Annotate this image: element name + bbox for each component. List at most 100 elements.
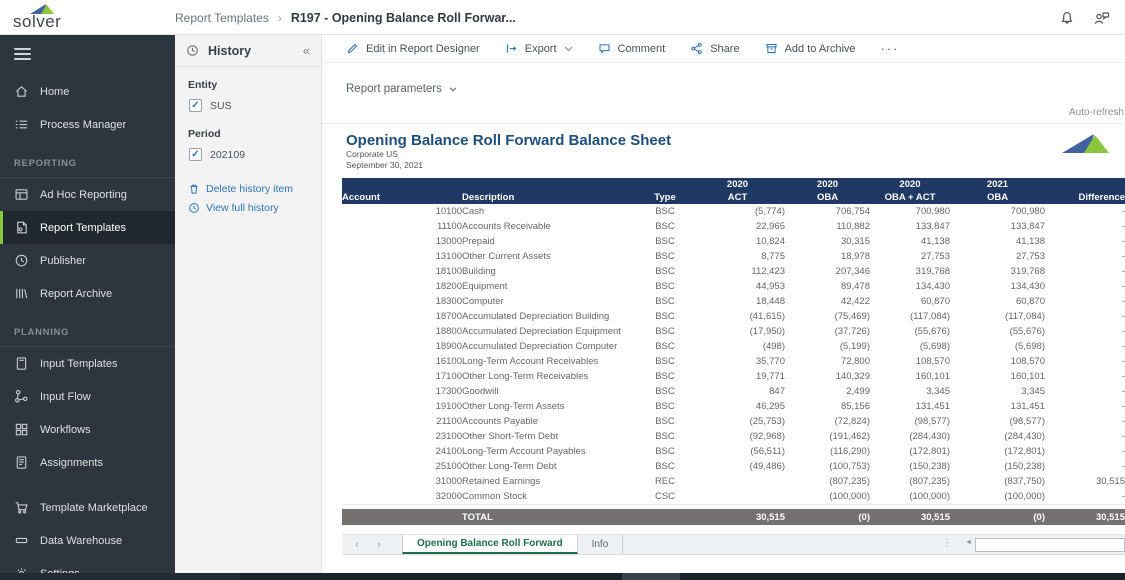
total-cell — [342, 509, 462, 525]
table-cell: BSC — [640, 264, 690, 279]
report-templates-icon — [14, 220, 29, 235]
tab-scroll-right-icon[interactable]: › — [372, 535, 386, 554]
table-cell: BSC — [640, 369, 690, 384]
sidebar-spacer — [0, 479, 175, 491]
table-cell: 847 — [690, 384, 785, 399]
sidebar-section-reporting: REPORTING — [0, 151, 175, 178]
notifications-bell-icon[interactable] — [1059, 10, 1075, 26]
tab-strip-divider-dots-icon: ⋮ — [942, 538, 952, 549]
hscroll-left-arrow-icon[interactable]: ◄ — [965, 539, 972, 546]
sidebar-item-assignments[interactable]: Assignments — [0, 446, 175, 479]
hamburger-menu-icon[interactable] — [14, 48, 31, 60]
tab-scroll-left-icon[interactable]: ‹ — [350, 535, 364, 554]
sidebar-item-home[interactable]: Home — [0, 75, 175, 108]
report-parameters-toggle[interactable]: Report parameters — [346, 83, 457, 95]
table-cell: BSC — [640, 444, 690, 459]
sidebar-label: Input Flow — [40, 391, 91, 403]
table-cell: Other Long-Term Debt — [462, 459, 640, 474]
breadcrumb-parent[interactable]: Report Templates — [175, 11, 269, 25]
table-cell: BSC — [640, 414, 690, 429]
tab-info[interactable]: Info — [578, 535, 624, 554]
more-actions-button[interactable]: ··· — [881, 41, 900, 56]
total-cell: (0) — [785, 509, 870, 525]
report-toolbar: Edit in Report Designer Export Comment — [322, 35, 1125, 63]
table-cell: (172,801) — [870, 444, 950, 459]
table-cell: 31000 — [342, 474, 462, 489]
data-warehouse-icon — [14, 533, 29, 548]
period-checkbox[interactable]: ✓ — [189, 148, 202, 161]
archive-label: Add to Archive — [785, 43, 856, 55]
table-cell: 30,315 — [785, 234, 870, 249]
table-cell: 18800 — [342, 324, 462, 339]
table-row: 13000PrepaidBSC10,82430,31541,13841,138- — [342, 234, 1125, 249]
comment-button[interactable]: Comment — [598, 42, 666, 55]
horizontal-scrollbar[interactable] — [975, 538, 1125, 552]
sidebar-item-ad-hoc-reporting[interactable]: Ad Hoc Reporting — [0, 178, 175, 211]
share-button[interactable]: Share — [690, 42, 739, 55]
collapse-panel-icon[interactable]: « — [303, 43, 310, 58]
sidebar-item-template-marketplace[interactable]: Template Marketplace — [0, 491, 175, 524]
table-cell: 60,870 — [870, 294, 950, 309]
process-manager-icon — [14, 117, 29, 132]
sidebar-item-input-templates[interactable]: Input Templates — [0, 347, 175, 380]
table-cell: - — [1045, 339, 1125, 354]
table-cell: (284,430) — [870, 429, 950, 444]
report-table-body: 10100CashBSC(5,774)706,754700,980700,980… — [342, 204, 1125, 504]
sidebar-item-report-templates[interactable]: Report Templates — [0, 211, 175, 244]
tab-opening-balance-roll-forward[interactable]: Opening Balance Roll Forward — [402, 535, 578, 554]
table-cell: BSC — [640, 354, 690, 369]
table-cell: 32000 — [342, 489, 462, 504]
add-to-archive-button[interactable]: Add to Archive — [765, 42, 856, 55]
sidebar-item-data-warehouse[interactable]: Data Warehouse — [0, 524, 175, 557]
table-cell: - — [1045, 309, 1125, 324]
table-row: 10100CashBSC(5,774)706,754700,980700,980… — [342, 204, 1125, 219]
breadcrumb-separator-icon: › — [278, 11, 282, 25]
table-cell: CSC — [640, 489, 690, 504]
sidebar-nav: Home Process Manager REPORTING Ad Hoc Re… — [0, 35, 175, 573]
feedback-person-icon[interactable] — [1093, 10, 1110, 26]
table-cell: (5,698) — [950, 339, 1045, 354]
table-cell: 133,847 — [950, 219, 1045, 234]
table-cell: (75,469) — [785, 309, 870, 324]
table-cell: (498) — [690, 339, 785, 354]
delete-history-link[interactable]: Delete history item — [188, 183, 308, 195]
sidebar-label: Workflows — [40, 424, 91, 436]
entity-checkbox[interactable]: ✓ — [189, 99, 202, 112]
table-cell: - — [1045, 234, 1125, 249]
sidebar-item-workflows[interactable]: Workflows — [0, 413, 175, 446]
table-row: 32000Common StockCSC(100,000)(100,000)(1… — [342, 489, 1125, 504]
table-cell: 108,570 — [870, 354, 950, 369]
table-cell: 133,847 — [870, 219, 950, 234]
table-cell: 18,978 — [785, 249, 870, 264]
table-cell: 25100 — [342, 459, 462, 474]
table-cell: Long-Term Account Payables — [462, 444, 640, 459]
table-cell: 10,824 — [690, 234, 785, 249]
export-button[interactable]: Export — [505, 42, 573, 55]
history-header: History « — [175, 35, 321, 67]
table-cell: (837,750) — [950, 474, 1045, 489]
comment-label: Comment — [618, 43, 666, 55]
sidebar-item-input-flow[interactable]: Input Flow — [0, 380, 175, 413]
table-cell: 19100 — [342, 399, 462, 414]
table-cell: BSC — [640, 294, 690, 309]
sidebar-item-publisher[interactable]: Publisher — [0, 244, 175, 277]
view-full-history-link[interactable]: View full history — [188, 202, 308, 214]
top-bar: solver Report Templates › R197 - Opening… — [0, 0, 1125, 35]
table-cell: BSC — [640, 219, 690, 234]
period-value: 202109 — [210, 149, 245, 161]
table-cell: BSC — [640, 279, 690, 294]
table-cell: REC — [640, 474, 690, 489]
table-cell: Common Stock — [462, 489, 640, 504]
sidebar-item-report-archive[interactable]: Report Archive — [0, 277, 175, 310]
sidebar-label: Template Marketplace — [40, 502, 148, 514]
table-cell: BSC — [640, 399, 690, 414]
breadcrumb: Report Templates › R197 - Opening Balanc… — [175, 0, 516, 35]
auto-refresh-label[interactable]: Auto-refresh — [1069, 107, 1124, 118]
table-cell: 23100 — [342, 429, 462, 444]
year-cell — [640, 178, 690, 191]
sidebar-item-process-manager[interactable]: Process Manager — [0, 108, 175, 141]
table-cell: 3,345 — [950, 384, 1045, 399]
table-cell: 160,101 — [870, 369, 950, 384]
table-cell: Other Long-Term Assets — [462, 399, 640, 414]
edit-in-report-designer-button[interactable]: Edit in Report Designer — [346, 42, 480, 55]
